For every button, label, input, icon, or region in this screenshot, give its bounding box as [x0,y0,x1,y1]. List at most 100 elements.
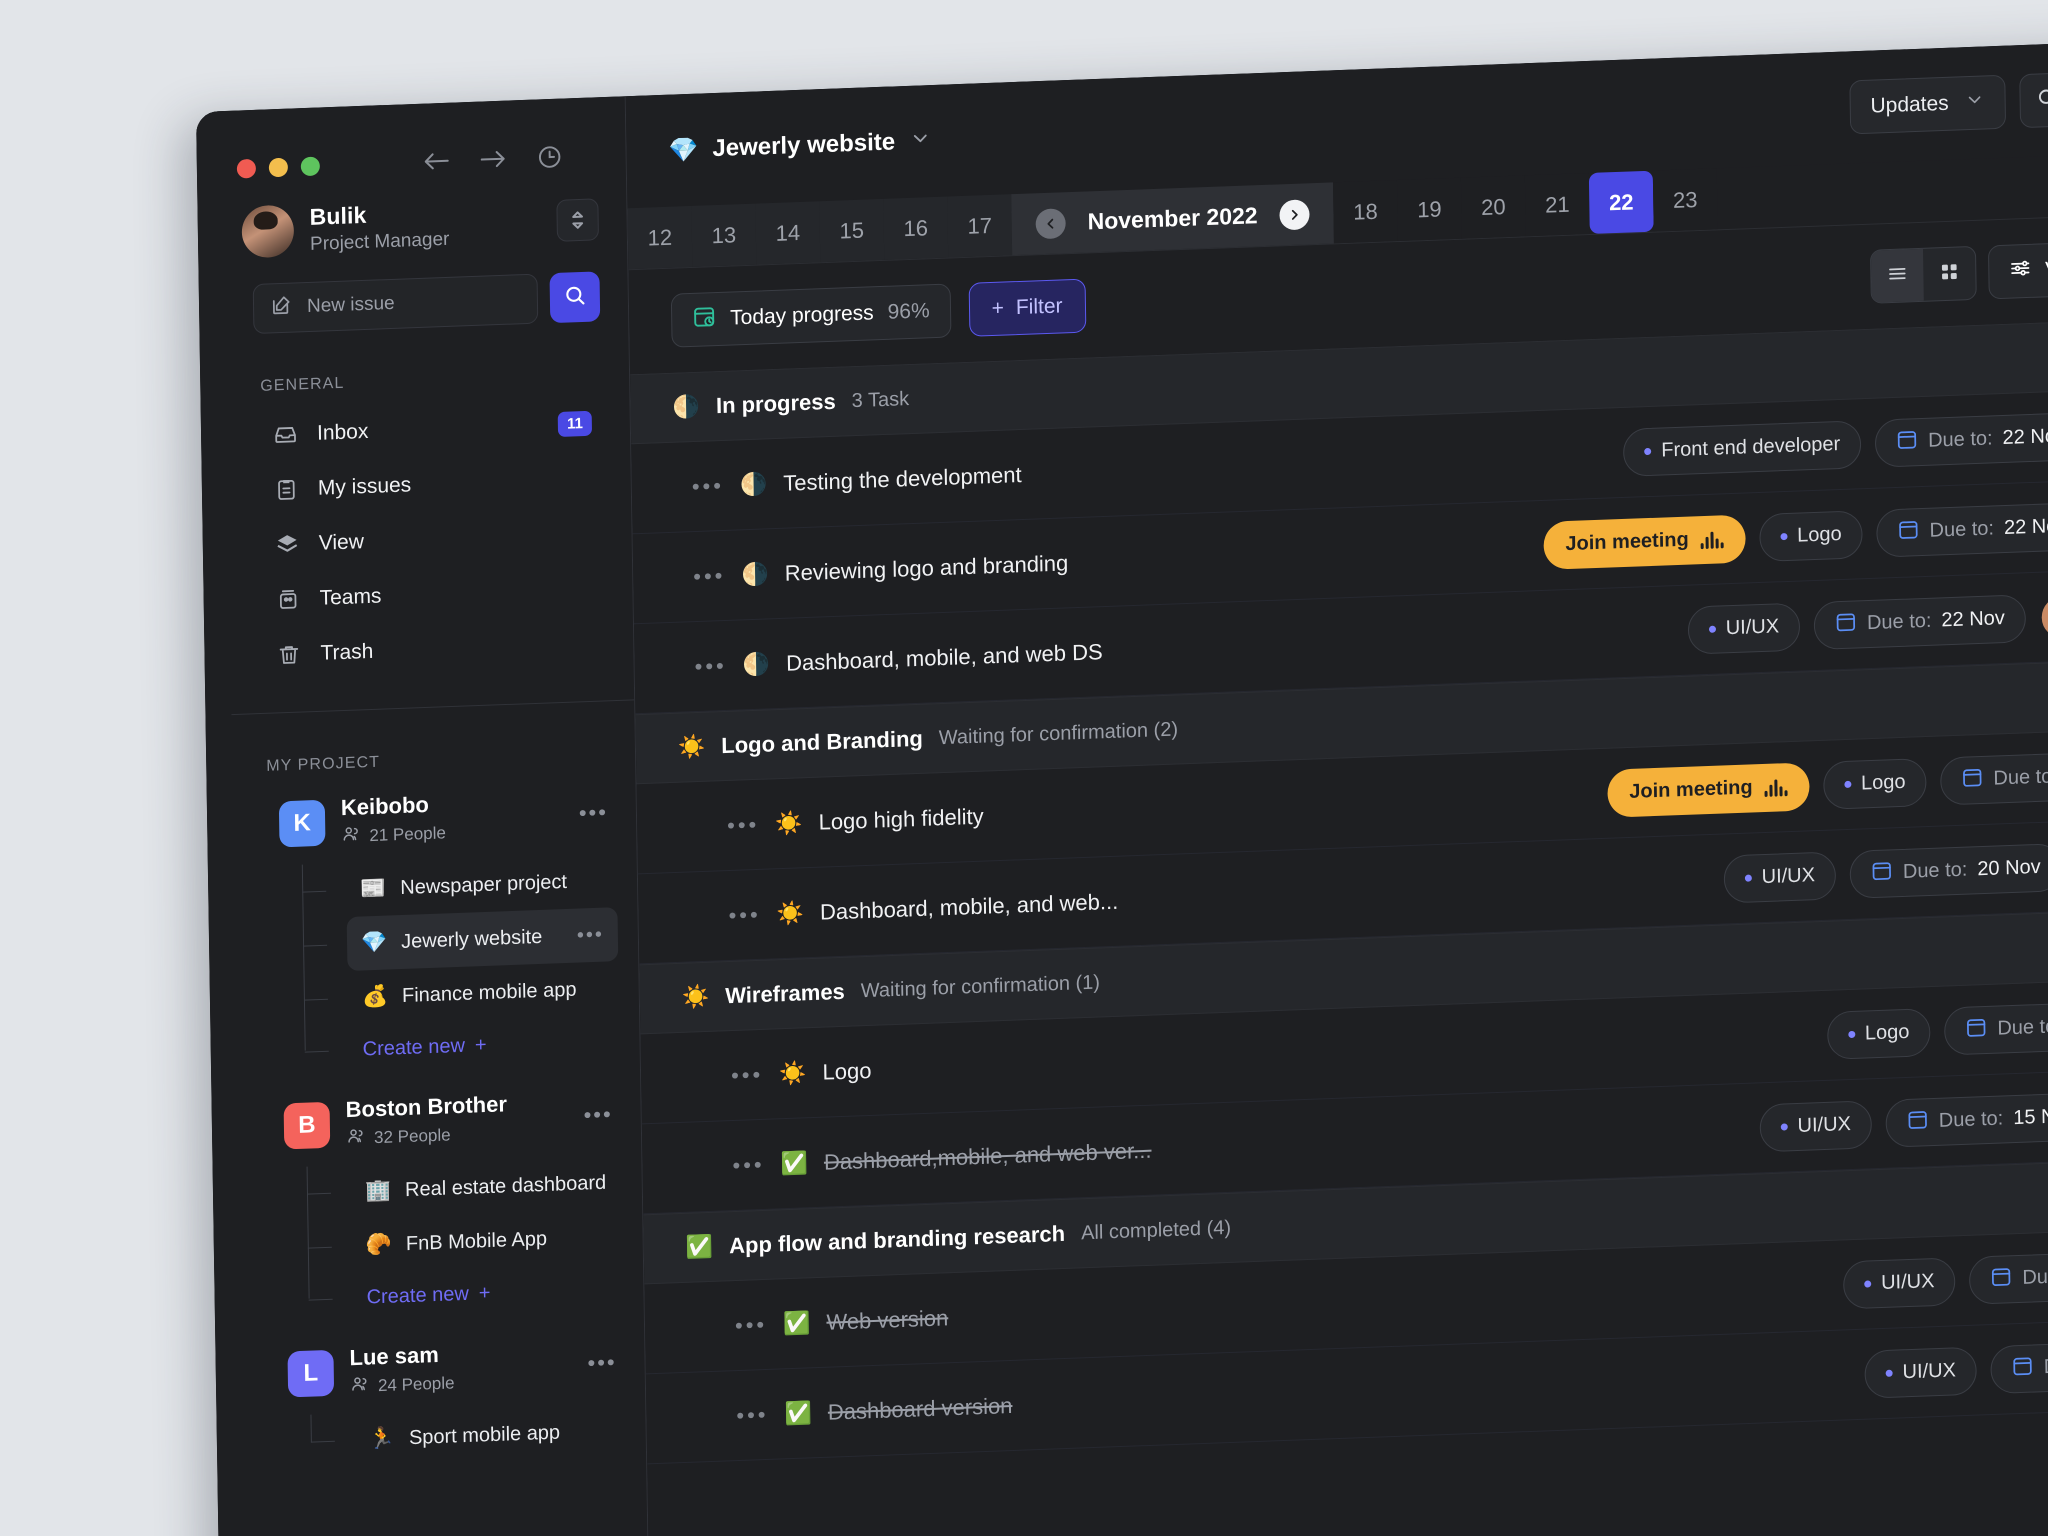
date-cell[interactable]: 21 [1524,173,1590,237]
tag-chip[interactable]: UI/UX [1687,602,1801,655]
due-date-chip[interactable]: Due to: 16 Nov [1944,999,2048,1056]
teams-icon [275,586,301,612]
row-more-button[interactable]: ••• [727,811,759,838]
sidebar-search-button[interactable] [549,271,601,324]
subitem-more-button[interactable]: ••• [577,923,604,947]
row-more-button[interactable]: ••• [728,901,760,928]
waiting-icon: ☀️ [677,733,706,760]
view-mode-toggle [1869,245,1977,304]
status-icon: 🌗 [739,470,768,497]
project-initial-badge: L [287,1349,335,1398]
tag-chip[interactable]: Logo [1758,509,1863,562]
project-more-button[interactable]: ••• [583,1101,612,1128]
due-date-chip[interactable]: Due to: 15 Nov [1885,1091,2048,1148]
date-cell[interactable]: 15 [819,198,885,263]
tag-dot-icon [1864,1280,1872,1288]
people-count: 24 People [377,1372,455,1395]
filter-button[interactable]: + Filter [968,278,1086,337]
assignee-avatars[interactable] [2039,590,2048,641]
project-subitem-jewerly[interactable]: 💎 Jewerly website ••• [346,907,619,972]
project-header[interactable]: K Keibobo 21 People ••• [271,777,617,860]
project-more-button[interactable]: ••• [579,799,608,826]
plus-icon: + [474,1033,487,1056]
due-date-chip[interactable]: Due to: 22 Nov [1813,593,2027,650]
date-cell[interactable]: 14 [755,201,821,265]
project-more-button[interactable]: ••• [587,1349,616,1376]
workspace-switcher-button[interactable] [556,198,599,242]
date-cell[interactable]: 13 [691,203,757,267]
tag-chip[interactable]: Logo [1826,1007,1931,1060]
minimize-button[interactable] [268,157,288,177]
today-progress-indicator[interactable]: Today progress 96% [670,283,952,348]
tag-chip[interactable]: UI/UX [1723,850,1837,904]
join-meeting-button[interactable]: Join meeting [1543,514,1746,570]
date-cell-selected[interactable]: 22 [1588,170,1654,235]
project-subitem-fnb[interactable]: 🥐 FnB Mobile App [351,1209,623,1273]
date-cell[interactable]: 16 [883,196,949,260]
project-subitem-newspaper[interactable]: 📰 Newspaper project [346,853,618,917]
clock-icon[interactable] [536,144,562,171]
view-options-button[interactable]: View [1987,239,2048,300]
chevron-left-icon[interactable] [1035,207,1066,239]
date-cell[interactable]: 19 [1397,177,1462,242]
header-search-button[interactable] [2019,72,2048,129]
compose-icon [270,293,293,323]
due-label: Due to: [2022,1264,2048,1289]
tag-label: UI/UX [1725,615,1780,640]
row-more-button[interactable]: ••• [694,652,726,679]
due-value: 22 Nov [2003,514,2048,540]
tag-chip[interactable]: Logo [1822,757,1927,810]
list-view-button[interactable] [1870,248,1924,303]
date-cell[interactable]: 17 [947,194,1013,258]
close-button[interactable] [236,158,257,179]
tag-chip[interactable]: UI/UX [1842,1256,1956,1309]
group-meta: Waiting for confirmation (2) [938,717,1179,749]
row-more-button[interactable]: ••• [731,1061,763,1088]
due-date-chip[interactable]: Due to: 22 Nov [1874,411,2048,468]
back-arrow-icon[interactable] [421,149,451,174]
row-more-button[interactable]: ••• [732,1151,764,1178]
task-title: Dashboard,mobile, and web ver... [823,1137,1152,1175]
search-icon [2035,86,2048,115]
row-more-button[interactable]: ••• [693,562,725,589]
general-nav: Inbox 11 My issues View Teams Trash [200,382,633,685]
create-new-button[interactable]: Create new + [352,1263,624,1323]
row-more-button[interactable]: ••• [735,1311,767,1338]
project-header[interactable]: B Boston Brother 32 People ••• [275,1079,621,1162]
sidebar-item-trash[interactable]: Trash [262,615,610,683]
progress-value: 96% [887,299,930,324]
status-icon: ☀️ [775,809,803,836]
date-cell[interactable]: 12 [627,205,693,270]
row-more-button[interactable]: ••• [736,1401,768,1428]
due-date-chip[interactable]: Due to: 20 Nov [1849,842,2048,899]
due-date-chip[interactable]: Due to: 13 [1990,1339,2048,1394]
date-cell[interactable]: 18 [1333,180,1398,244]
project-subitem-finance[interactable]: 💰 Finance mobile app [347,961,619,1025]
grid-view-button[interactable] [1923,247,1976,301]
join-meeting-button[interactable]: Join meeting [1606,761,1810,818]
due-date-chip[interactable]: Due to: 21 Nov [1940,749,2048,806]
chevron-down-icon[interactable] [909,127,931,157]
chevron-right-icon[interactable] [1279,198,1310,230]
create-new-button[interactable]: Create new + [348,1015,620,1075]
breadcrumb[interactable]: 💎 Jewerly website [668,127,931,166]
layers-icon [275,531,301,557]
sidebar-item-label: View [318,529,365,555]
tag-dot-icon [1780,532,1788,541]
tag-chip[interactable]: Front end developer [1622,419,1862,477]
tag-chip[interactable]: UI/UX [1864,1346,1978,1399]
forward-arrow-icon[interactable] [479,147,509,172]
tag-chip[interactable]: UI/UX [1759,1099,1873,1152]
due-date-chip[interactable]: Due to: 13 N [1969,1249,2048,1305]
project-header[interactable]: L Lue sam 24 People ••• [279,1327,625,1410]
updates-dropdown[interactable]: Updates [1849,74,2007,135]
nav-arrows [421,144,563,175]
maximize-button[interactable] [300,155,320,176]
date-cell[interactable]: 20 [1460,175,1526,239]
tag-label: UI/UX [1761,864,1816,889]
project-subitem-real-estate[interactable]: 🏢 Real estate dashboard [351,1155,623,1219]
due-date-chip[interactable]: Due to: 22 Nov [1876,501,2048,558]
project-subitem-sport[interactable]: 🏃 Sport mobile app [354,1403,626,1467]
row-more-button[interactable]: ••• [692,472,724,499]
date-cell[interactable]: 23 [1652,168,1718,232]
